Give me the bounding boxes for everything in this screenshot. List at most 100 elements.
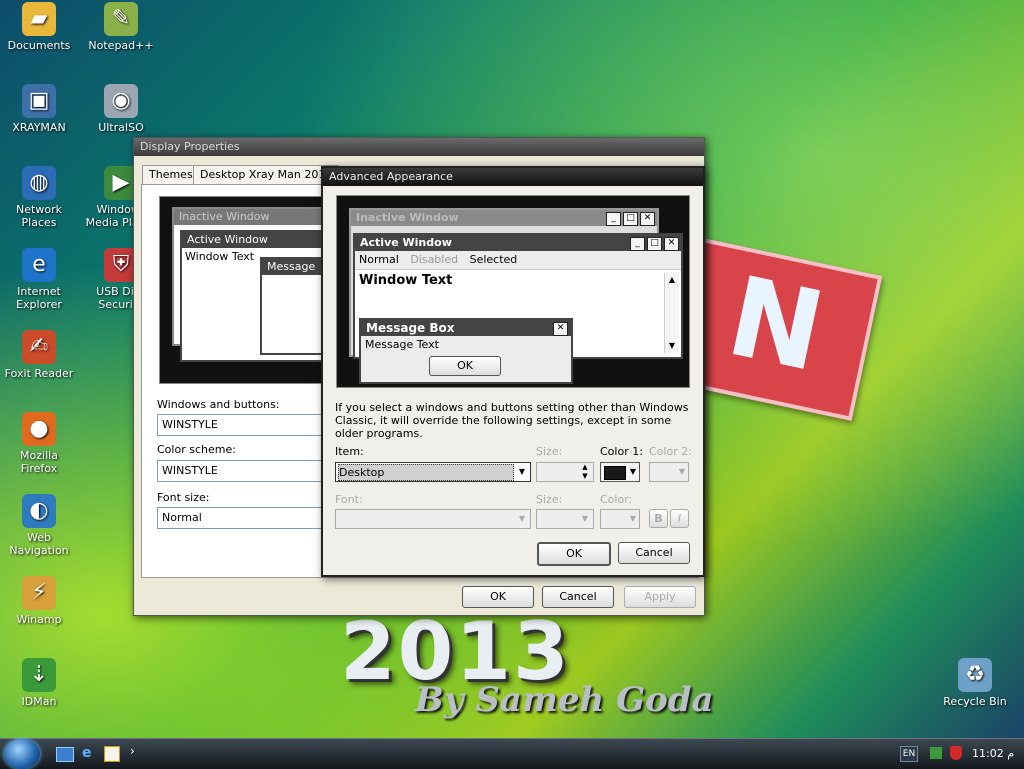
font-select[interactable]: ▼ — [335, 509, 531, 529]
adv-message-box-title: Message Box — [361, 320, 571, 336]
color1-label: Color 1: — [600, 445, 643, 458]
item-select-value: Desktop — [338, 464, 514, 481]
desktop-icon-label: UltraISO — [98, 121, 144, 134]
minimize-icon: _ — [606, 212, 621, 226]
desktop-icon-internet-explorer[interactable]: e Internet Explorer — [1, 248, 77, 311]
tab-themes[interactable]: Themes — [142, 165, 200, 185]
item-label: Item: — [335, 445, 364, 458]
windows-buttons-select[interactable]: WINSTYLE — [157, 414, 323, 436]
minimize-icon: _ — [630, 237, 645, 251]
desktop-icon-label: Mozilla Firefox — [20, 449, 58, 475]
close-icon: ✕ — [640, 212, 655, 226]
desktop-icon-mozilla-firefox[interactable]: ● Mozilla Firefox — [1, 412, 77, 475]
quicklaunch-more-icon[interactable]: › — [130, 744, 135, 758]
tray-clock[interactable]: 11:02 م — [972, 747, 1014, 760]
display-properties-titlebar[interactable]: Display Properties — [134, 138, 704, 156]
ie-icon: e — [22, 248, 56, 282]
advanced-cancel-button[interactable]: Cancel — [618, 542, 690, 564]
ok-button[interactable]: OK — [462, 586, 534, 608]
font-color-picker[interactable]: ▼ — [600, 509, 640, 529]
start-button[interactable] — [4, 739, 40, 769]
tab-desktop[interactable]: Desktop Xray Man 2013 — [193, 165, 340, 185]
menu-normal: Normal — [359, 253, 399, 266]
desktop-icon-network-places[interactable]: ◍ Network Places — [1, 166, 77, 229]
adv-scrollbar: ▲ ▼ — [664, 273, 679, 353]
font-size-label: Size: — [536, 493, 563, 506]
chevron-down-icon: ▼ — [581, 514, 589, 523]
tray-network-icon[interactable] — [930, 747, 942, 759]
size-spinner[interactable]: ▲ ▼ — [536, 462, 594, 482]
ie-quicklaunch-icon[interactable]: e — [82, 745, 98, 761]
size-label: Size: — [536, 445, 563, 458]
apply-button[interactable]: Apply — [624, 586, 696, 608]
pdf-icon: ✍ — [22, 330, 56, 364]
windows-buttons-label: Windows and buttons: — [157, 398, 280, 411]
preview-active-title: Active Window — [182, 232, 332, 248]
spinner-icon: ▲ ▼ — [582, 463, 588, 480]
network-icon: ◍ — [22, 166, 56, 200]
desktop-icon-label: Network Places — [16, 203, 62, 229]
desktop-icon-foxit-reader[interactable]: ✍ Foxit Reader — [1, 330, 77, 380]
desktop-icon-label: Recycle Bin — [943, 695, 1007, 708]
disc-icon: ◉ — [104, 84, 138, 118]
tray-shield-icon[interactable] — [950, 746, 962, 760]
wallpaper-credit: By Sameh Goda — [415, 680, 714, 720]
desktop-icon-documents[interactable]: ▰ Documents — [1, 2, 77, 52]
winamp-icon: ⚡ — [22, 576, 56, 610]
color1-picker[interactable]: ▼ — [600, 462, 640, 482]
advanced-appearance-titlebar[interactable]: Advanced Appearance — [323, 168, 703, 186]
chevron-down-icon: ▼ — [518, 514, 526, 523]
firefox-icon: ● — [22, 412, 56, 446]
color1-swatch — [604, 466, 626, 480]
desktop-icon-label: Web Navigation — [9, 531, 69, 557]
download-icon: ⇣ — [22, 658, 56, 692]
font-size-select[interactable]: ▼ — [536, 509, 594, 529]
font-size-select[interactable]: Normal — [157, 507, 323, 529]
menu-disabled: Disabled — [410, 253, 459, 266]
advanced-preview: Inactive Window _ □ ✕ Active Window _ □ … — [336, 195, 690, 388]
chevron-down-icon: ▼ — [629, 514, 637, 523]
color2-label: Color 2: — [649, 445, 692, 458]
desktop-icon-label: Internet Explorer — [16, 285, 62, 311]
language-indicator[interactable]: EN — [900, 746, 918, 762]
notepad-quicklaunch-icon[interactable] — [104, 746, 120, 762]
computer-icon: ▣ — [22, 84, 56, 118]
desktop-icon-winamp[interactable]: ⚡ Winamp — [1, 576, 77, 626]
adv-message-text: Message Text — [365, 338, 439, 351]
recycle-bin-icon: ♻ — [958, 658, 992, 692]
color-scheme-select[interactable]: WINSTYLE — [157, 460, 323, 482]
desktop-icon-ultraiso[interactable]: ◉ UltraISO — [83, 84, 159, 134]
desktop-icon-web-navigation[interactable]: ◐ Web Navigation — [1, 494, 77, 557]
font-label: Font: — [335, 493, 363, 506]
desktop-icon-recycle-bin[interactable]: ♻ Recycle Bin — [937, 658, 1013, 708]
desktop-icon-label: Foxit Reader — [4, 367, 74, 380]
globe-icon: ◐ — [22, 494, 56, 528]
adv-message-box: Message Box ✕ Message Text OK — [359, 318, 573, 384]
desktop-icon-idman[interactable]: ⇣ IDMan — [1, 658, 77, 708]
desktop-icon-label: XRAYMAN — [12, 121, 66, 134]
show-desktop-icon[interactable] — [56, 747, 74, 762]
maximize-icon: □ — [623, 212, 638, 226]
italic-button[interactable]: I — [670, 509, 689, 528]
notepad-icon: ✎ — [104, 2, 138, 36]
preview-inactive-title: Inactive Window — [174, 209, 334, 225]
font-color-label: Color: — [600, 493, 633, 506]
chevron-down-icon: ▼ — [518, 467, 526, 476]
info-text: If you select a windows and buttons sett… — [335, 401, 689, 440]
item-select[interactable]: Desktop ▼ — [335, 462, 531, 482]
advanced-appearance-dialog: Advanced Appearance Inactive Window _ □ … — [321, 166, 705, 577]
adv-window-text: Window Text — [359, 273, 453, 288]
color2-picker[interactable]: ▼ — [649, 462, 689, 482]
desktop-icon-xrayman[interactable]: ▣ XRAYMAN — [1, 84, 77, 134]
maximize-icon: □ — [647, 237, 662, 251]
desktop-icon-notepad-[interactable]: ✎ Notepad++ — [83, 2, 159, 52]
chevron-down-icon: ▼ — [678, 467, 686, 476]
preview-ok-button: OK — [429, 356, 501, 376]
font-size-label: Font size: — [157, 491, 210, 504]
color-scheme-label: Color scheme: — [157, 443, 236, 456]
advanced-ok-button[interactable]: OK — [537, 542, 611, 566]
desktop-icon-label: IDMan — [21, 695, 57, 708]
cancel-button[interactable]: Cancel — [542, 586, 614, 608]
folder-icon: ▰ — [22, 2, 56, 36]
bold-button[interactable]: B — [649, 509, 668, 528]
